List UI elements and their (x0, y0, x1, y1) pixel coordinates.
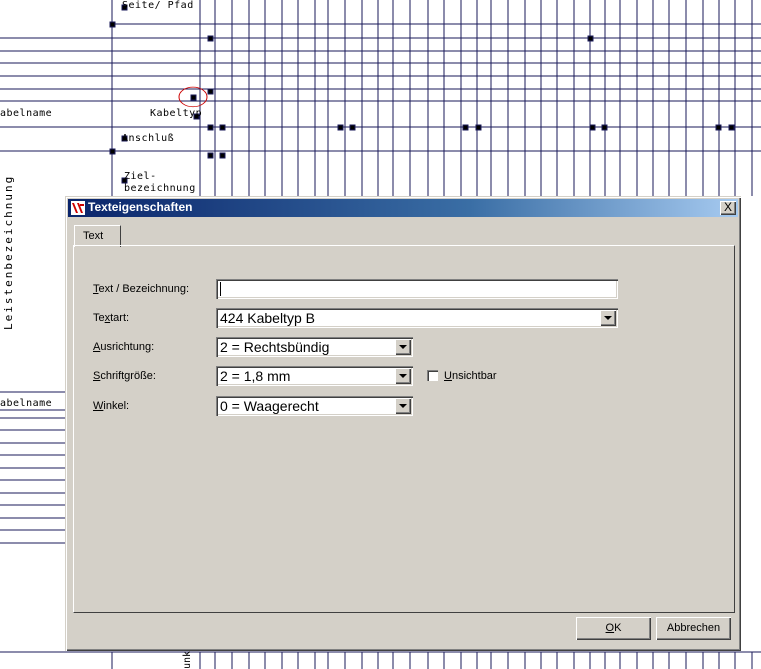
schriftgroesse-select[interactable]: 2 = 1,8 mm (216, 366, 413, 386)
connector-marker (589, 124, 596, 131)
text-bezeichnung-input[interactable] (216, 279, 618, 299)
connector-marker (207, 35, 214, 42)
tab-text[interactable]: Text (74, 225, 121, 247)
label-schriftgroesse: Schriftgröße: (93, 370, 156, 382)
connector-marker (109, 148, 116, 155)
label-kabelname-top: abelname (0, 108, 53, 119)
connector-marker (601, 124, 608, 131)
close-icon: X (723, 200, 732, 214)
label-ziel-2: bezeichnung (124, 183, 196, 194)
ok-button[interactable]: OK (576, 617, 651, 640)
chevron-down-icon[interactable] (600, 310, 616, 326)
label-seite-pfad: Seite/ Pfad (122, 0, 194, 11)
tab-panel: Text / Bezeichnung: Textart: 424 Kabelty… (73, 245, 735, 613)
close-button[interactable]: X (720, 201, 736, 215)
textart-select[interactable]: 424 Kabeltyp B (216, 308, 618, 328)
connector-marker (219, 152, 226, 159)
connector-marker (207, 152, 214, 159)
label-kabeltyp: Kabeltyp (150, 108, 203, 119)
connector-marker (219, 124, 226, 131)
app-logo-icon (71, 201, 85, 215)
connector-marker (349, 124, 356, 131)
chevron-down-icon[interactable] (395, 398, 411, 414)
label-bottom-vertical: unk (182, 650, 193, 669)
ausrichtung-select[interactable]: 2 = Rechtsbündig (216, 337, 413, 357)
label-ziel-1: Ziel- (124, 171, 157, 182)
label-ausrichtung: Ausrichtung: (93, 341, 155, 353)
connector-marker (337, 124, 344, 131)
text-caret (220, 282, 221, 296)
connector-marker (190, 94, 197, 101)
abbrechen-button[interactable]: Abbrechen (656, 617, 731, 640)
connector-marker (109, 21, 116, 28)
tab-label: Text (83, 230, 104, 242)
chevron-down-icon[interactable] (395, 339, 411, 355)
label-text-bezeichnung: Text / Bezeichnung: (93, 283, 190, 295)
connector-marker (207, 88, 214, 95)
connector-marker (475, 124, 482, 131)
dialog-titlebar[interactable]: Texteigenschaften X (68, 199, 738, 217)
label-unsichtbar[interactable]: Unsichtbar (444, 370, 497, 382)
connector-marker (715, 124, 722, 131)
label-anschluss: Anschluß (122, 133, 175, 144)
label-leistenbezeichnung: Leistenbezeichnung (2, 174, 15, 330)
chevron-down-icon[interactable] (395, 368, 411, 384)
label-textart: Textart: (93, 312, 130, 324)
connector-marker (207, 124, 214, 131)
texteigenschaften-dialog: Texteigenschaften X Text Text / Bezeichn… (65, 196, 741, 651)
connector-marker (587, 35, 594, 42)
connector-marker (728, 124, 735, 131)
label-kabelname-bottom: abelname (0, 398, 53, 409)
label-winkel: Winkel: (93, 400, 130, 412)
dialog-title: Texteigenschaften (88, 200, 193, 214)
unsichtbar-checkbox[interactable] (427, 370, 438, 381)
winkel-select[interactable]: 0 = Waagerecht (216, 396, 413, 416)
connector-marker (462, 124, 469, 131)
